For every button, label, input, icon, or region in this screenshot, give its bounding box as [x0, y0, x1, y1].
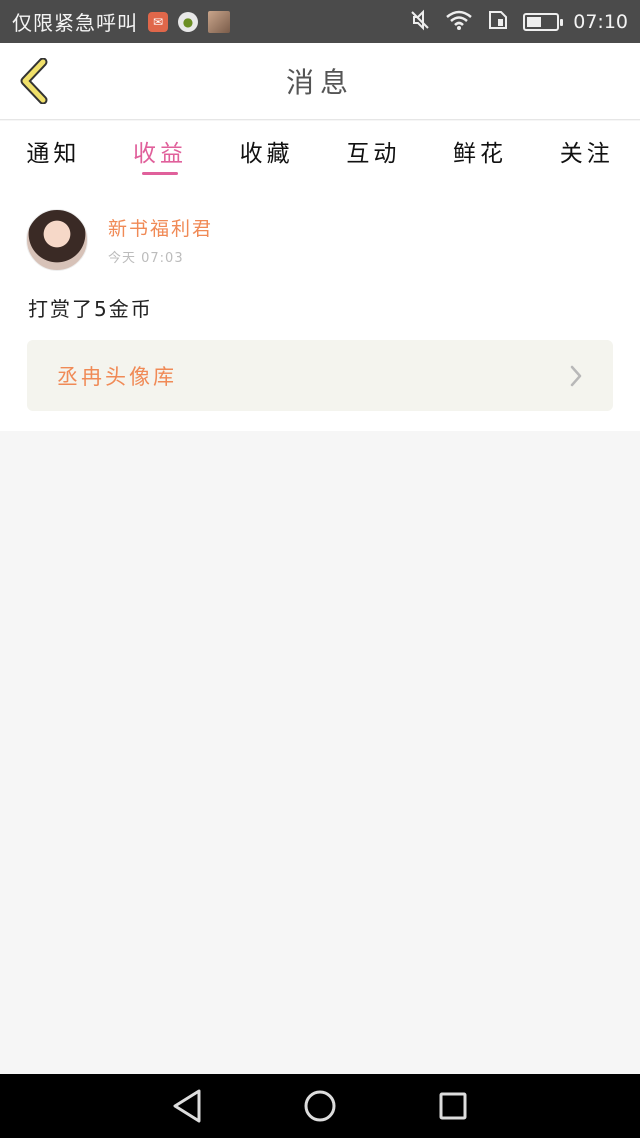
sim-icon	[487, 9, 509, 35]
tab-label: 通知	[26, 141, 81, 167]
tab-label: 鲜花	[453, 141, 508, 167]
status-bar: 仅限紧急呼叫 ✉ ● 07:10	[0, 0, 640, 43]
header: 消息	[0, 43, 640, 120]
tab-label: 收益	[133, 141, 187, 167]
tab-label: 收藏	[239, 141, 294, 167]
nav-recents-button[interactable]	[428, 1081, 478, 1131]
recents-square-icon	[439, 1092, 467, 1120]
back-triangle-icon	[173, 1089, 201, 1123]
back-button[interactable]	[14, 57, 54, 105]
message-time: 今天 07:03	[108, 251, 184, 266]
mute-icon	[409, 9, 431, 35]
chevron-left-icon	[20, 58, 48, 104]
wifi-icon	[445, 9, 473, 35]
photo-notification-icon	[208, 10, 230, 33]
tab-notifications[interactable]: 通知	[0, 121, 107, 181]
message-header: 新书福利君 今天 07:03	[26, 209, 213, 271]
tab-follows[interactable]: 关注	[533, 121, 640, 181]
nav-back-button[interactable]	[162, 1081, 212, 1131]
linked-item-button[interactable]: 丞冉头像库	[27, 340, 613, 411]
tab-bar: 通知 收益 收藏 互动 鲜花 关注	[0, 121, 640, 181]
avatar[interactable]	[26, 209, 88, 271]
tab-label: 关注	[559, 141, 614, 167]
system-nav-bar	[0, 1074, 640, 1138]
tab-flowers[interactable]: 鲜花	[427, 121, 534, 181]
battery-icon	[523, 12, 564, 31]
mail-notification-icon: ✉	[148, 11, 168, 32]
page-title: 消息	[285, 66, 354, 99]
message-text: 打赏了5金币	[28, 297, 153, 321]
status-time: 07:10	[573, 10, 628, 33]
sender-info: 新书福利君 今天 07:03	[108, 214, 213, 266]
nav-home-button[interactable]	[295, 1081, 345, 1131]
tab-label: 互动	[346, 141, 401, 167]
sender-name[interactable]: 新书福利君	[108, 214, 213, 241]
chevron-right-icon	[570, 365, 582, 386]
tab-interactions[interactable]: 互动	[320, 121, 427, 181]
carrier-text: 仅限紧急呼叫	[12, 11, 138, 35]
tab-favorites[interactable]: 收藏	[213, 121, 320, 181]
message-card: 新书福利君 今天 07:03 打赏了5金币 丞冉头像库	[0, 181, 640, 431]
linked-item-label: 丞冉头像库	[57, 364, 177, 389]
chat-notification-icon: ●	[178, 11, 198, 32]
home-circle-icon	[304, 1090, 336, 1122]
tab-earnings[interactable]: 收益	[107, 121, 214, 181]
